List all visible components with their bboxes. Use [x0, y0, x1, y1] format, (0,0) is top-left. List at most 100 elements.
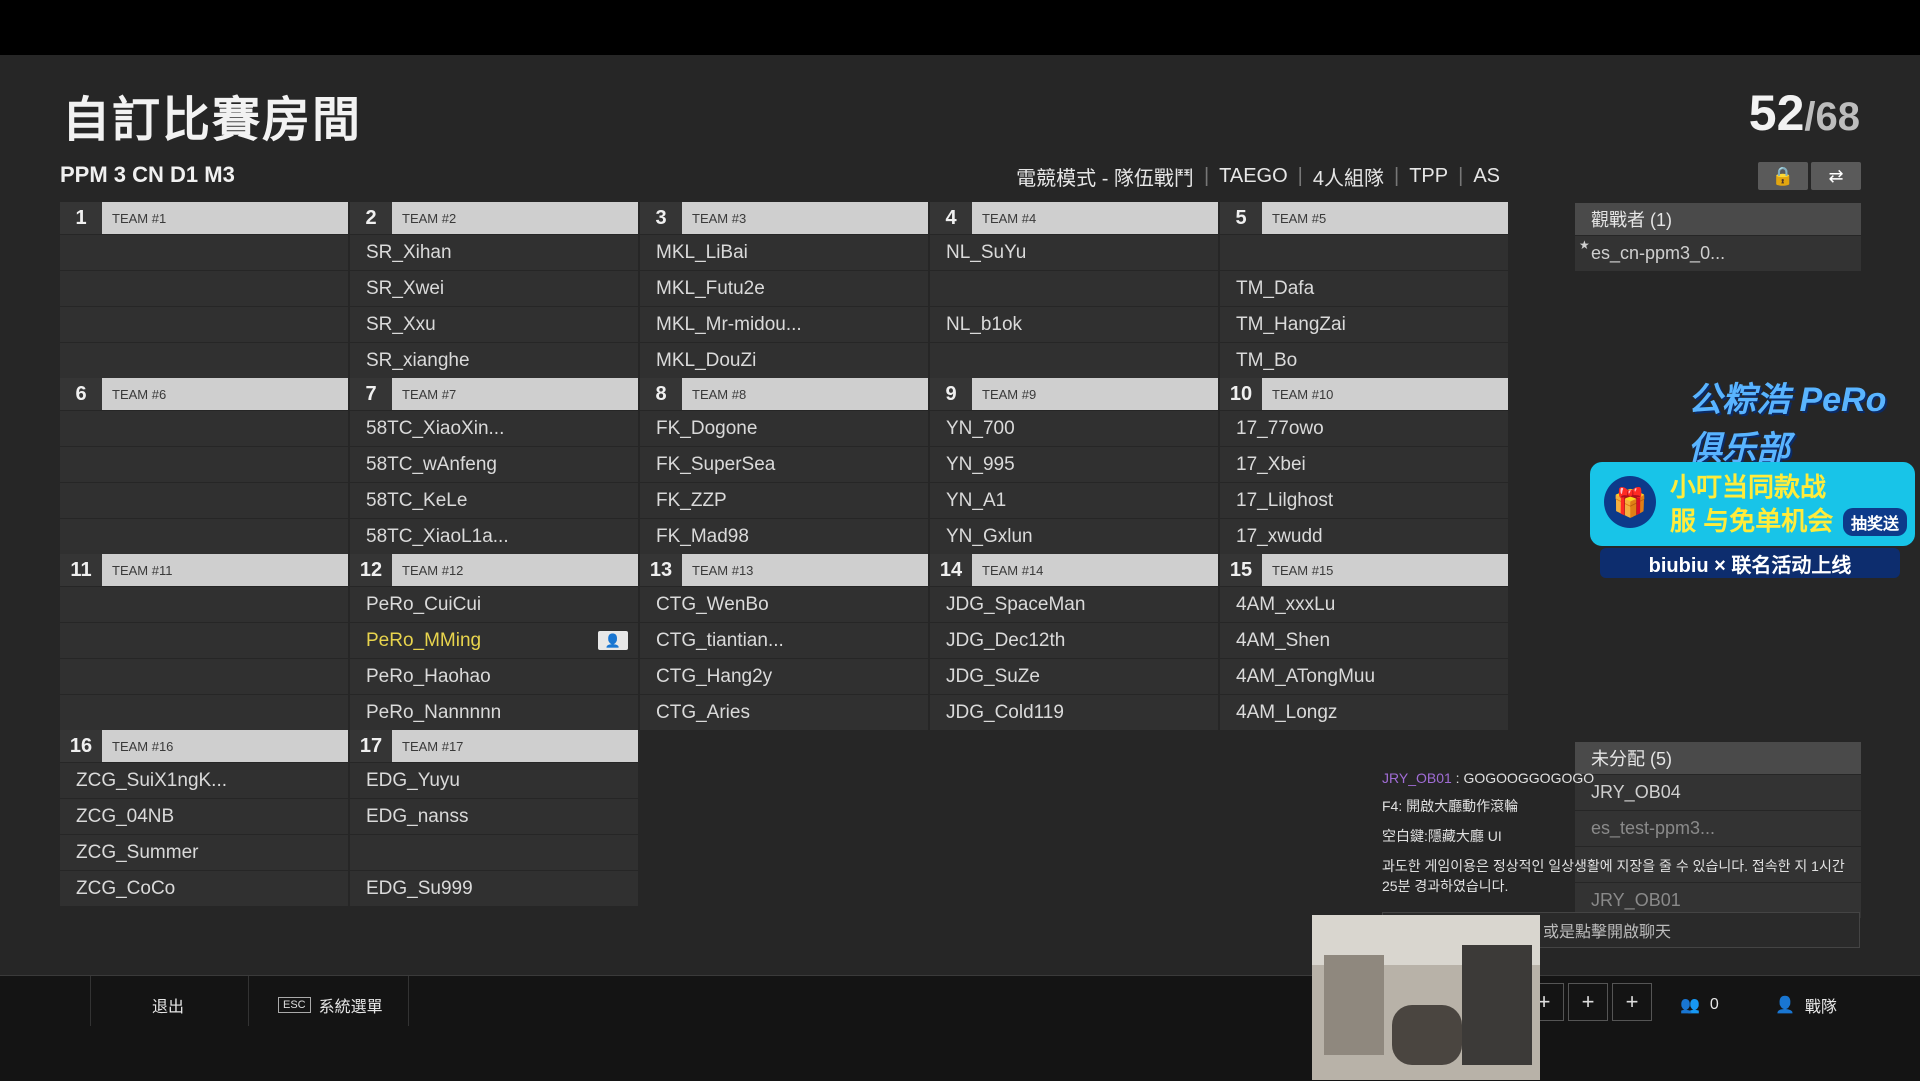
spectator-item[interactable]: ★ es_cn-ppm3_0...	[1575, 235, 1861, 271]
player-slot[interactable]: 17_77owo	[1220, 410, 1508, 446]
player-slot[interactable]: TM_Bo	[1220, 342, 1508, 378]
mode-item-perspective: TPP	[1409, 165, 1449, 187]
player-slot[interactable]: MKL_Futu2e	[640, 270, 928, 306]
lock-icon: 🔒	[1771, 165, 1795, 186]
player-slot[interactable]: NL_b1ok	[930, 306, 1218, 342]
player-slot[interactable]	[930, 342, 1218, 378]
player-slot[interactable]	[60, 234, 348, 270]
exit-button[interactable]: 退出	[152, 990, 184, 1020]
player-slot[interactable]: 4AM_Longz	[1220, 694, 1508, 730]
player-slot[interactable]: EDG_nanss	[350, 798, 638, 834]
team-block: 14 TEAM #14 JDG_SpaceMan JDG_Dec12th JDG_SuZ…	[930, 554, 1218, 730]
player-slot[interactable]	[60, 270, 348, 306]
player-slot[interactable]	[930, 270, 1218, 306]
team-header[interactable]: 2 TEAM #2	[350, 202, 638, 234]
player-slot[interactable]: 17_Lilghost	[1220, 482, 1508, 518]
player-slot[interactable]: 58TC_XiaoL1a...	[350, 518, 638, 554]
invite-slot-button[interactable]: +	[1612, 983, 1652, 1021]
player-slot[interactable]: CTG_tiantian...	[640, 622, 928, 658]
player-slot[interactable]: 4AM_ATongMuu	[1220, 658, 1508, 694]
player-slot[interactable]: MKL_DouZi	[640, 342, 928, 378]
player-slot[interactable]: 17_xwudd	[1220, 518, 1508, 554]
player-slot[interactable]	[60, 694, 348, 730]
swap-button[interactable]: ⇄	[1811, 162, 1861, 190]
player-slot[interactable]: TM_HangZai	[1220, 306, 1508, 342]
friends-button[interactable]: 👥 0	[1680, 990, 1719, 1020]
player-slot[interactable]: ZCG_CoCo	[60, 870, 348, 906]
player-slot[interactable]: MKL_LiBai	[640, 234, 928, 270]
player-slot[interactable]	[60, 446, 348, 482]
team-header[interactable]: 17 TEAM #17	[350, 730, 638, 762]
player-slot[interactable]: SR_Xihan	[350, 234, 638, 270]
player-slot[interactable]: 17_Xbei	[1220, 446, 1508, 482]
player-slot[interactable]	[60, 658, 348, 694]
player-slot[interactable]: NL_SuYu	[930, 234, 1218, 270]
team-header[interactable]: 9 TEAM #9	[930, 378, 1218, 410]
team-header[interactable]: 6 TEAM #6	[60, 378, 348, 410]
player-slot[interactable]: CTG_WenBo	[640, 586, 928, 622]
player-slot[interactable]	[60, 518, 348, 554]
player-slot[interactable]: YN_995	[930, 446, 1218, 482]
player-slot[interactable]: ZCG_Summer	[60, 834, 348, 870]
player-slot[interactable]: SR_Xxu	[350, 306, 638, 342]
player-slot[interactable]: TM_Dafa	[1220, 270, 1508, 306]
player-slot[interactable]: 58TC_XiaoXin...	[350, 410, 638, 446]
player-slot[interactable]: YN_Gxlun	[930, 518, 1218, 554]
team-header[interactable]: 14 TEAM #14	[930, 554, 1218, 586]
player-slot[interactable]: PeRo_MMing 👤	[350, 622, 638, 658]
player-slot[interactable]: EDG_Su999	[350, 870, 638, 906]
player-slot[interactable]: 4AM_Shen	[1220, 622, 1508, 658]
player-slot[interactable]: 58TC_KeLe	[350, 482, 638, 518]
player-slot[interactable]: 4AM_xxxLu	[1220, 586, 1508, 622]
team-header[interactable]: 13 TEAM #13	[640, 554, 928, 586]
player-slot[interactable]: ZCG_SuiX1ngK...	[60, 762, 348, 798]
player-slot[interactable]: JDG_SuZe	[930, 658, 1218, 694]
player-slot[interactable]: YN_A1	[930, 482, 1218, 518]
player-slot[interactable]	[60, 586, 348, 622]
player-slot[interactable]	[60, 410, 348, 446]
player-slot[interactable]: MKL_Mr-midou...	[640, 306, 928, 342]
player-slot[interactable]	[60, 306, 348, 342]
player-slot[interactable]: YN_700	[930, 410, 1218, 446]
system-menu-button[interactable]: ESC 系統選單	[278, 990, 383, 1020]
team-header[interactable]: 5 TEAM #5	[1220, 202, 1508, 234]
player-slot[interactable]: SR_xianghe	[350, 342, 638, 378]
player-slot[interactable]	[350, 834, 638, 870]
team-header[interactable]: 12 TEAM #12	[350, 554, 638, 586]
player-slot[interactable]: 58TC_wAnfeng	[350, 446, 638, 482]
player-slot[interactable]: JDG_Cold119	[930, 694, 1218, 730]
player-slot[interactable]: FK_SuperSea	[640, 446, 928, 482]
player-slot[interactable]: ZCG_04NB	[60, 798, 348, 834]
squad-button[interactable]: 👤 戰隊	[1775, 990, 1837, 1020]
team-header[interactable]: 10 TEAM #10	[1220, 378, 1508, 410]
player-slot[interactable]: JDG_SpaceMan	[930, 586, 1218, 622]
player-slot[interactable]: FK_Mad98	[640, 518, 928, 554]
player-slot[interactable]: PeRo_Haohao	[350, 658, 638, 694]
player-slot[interactable]: JDG_Dec12th	[930, 622, 1218, 658]
player-slot[interactable]: EDG_Yuyu	[350, 762, 638, 798]
player-slot[interactable]: FK_ZZP	[640, 482, 928, 518]
team-name: TEAM #12	[402, 562, 464, 578]
team-header[interactable]: 15 TEAM #15	[1220, 554, 1508, 586]
team-header[interactable]: 16 TEAM #16	[60, 730, 348, 762]
player-slot[interactable]: CTG_Hang2y	[640, 658, 928, 694]
player-profile-icon[interactable]: 👤	[598, 631, 628, 650]
player-slot[interactable]	[1220, 234, 1508, 270]
team-number: 17	[350, 730, 392, 762]
player-slot[interactable]	[60, 482, 348, 518]
player-slot[interactable]: PeRo_CuiCui	[350, 586, 638, 622]
team-header[interactable]: 4 TEAM #4	[930, 202, 1218, 234]
team-header[interactable]: 7 TEAM #7	[350, 378, 638, 410]
team-header[interactable]: 3 TEAM #3	[640, 202, 928, 234]
player-slot[interactable]: CTG_Aries	[640, 694, 928, 730]
team-header[interactable]: 11 TEAM #11	[60, 554, 348, 586]
team-header[interactable]: 1 TEAM #1	[60, 202, 348, 234]
invite-slot-button[interactable]: +	[1568, 983, 1608, 1021]
player-slot[interactable]	[60, 342, 348, 378]
lock-button[interactable]: 🔒	[1758, 162, 1808, 190]
player-slot[interactable]: PeRo_Nannnnn	[350, 694, 638, 730]
player-slot[interactable]: SR_Xwei	[350, 270, 638, 306]
team-header[interactable]: 8 TEAM #8	[640, 378, 928, 410]
player-slot[interactable]	[60, 622, 348, 658]
player-slot[interactable]: FK_Dogone	[640, 410, 928, 446]
